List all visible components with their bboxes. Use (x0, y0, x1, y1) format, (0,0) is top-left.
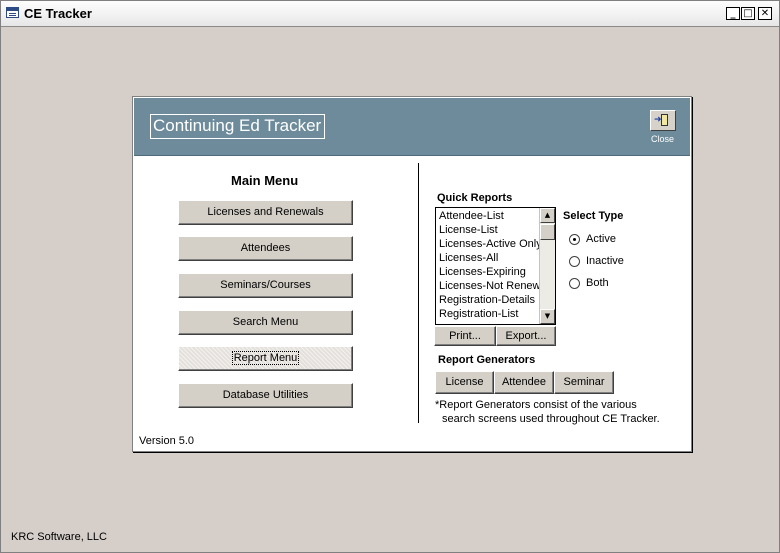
door-exit-icon (661, 114, 668, 126)
radio-both-label[interactable]: Both (586, 277, 609, 289)
main-switchboard-form: Continuing Ed Tracker ➜ Close Main Menu … (132, 96, 692, 452)
quick-reports-list[interactable]: Attendee-List License-List Licenses-Acti… (435, 207, 556, 325)
radio-both[interactable] (569, 278, 580, 289)
list-item[interactable]: Registration-List (439, 307, 540, 321)
list-item[interactable]: Licenses-Active Only (439, 237, 540, 251)
scroll-thumb[interactable] (540, 224, 555, 240)
form-header: Continuing Ed Tracker ➜ Close (134, 98, 690, 156)
report-menu-button[interactable]: Report Menu (178, 346, 353, 371)
maximize-button[interactable]: □ (741, 7, 755, 20)
list-scrollbar[interactable]: ▲ ▼ (539, 208, 555, 324)
scroll-down-icon[interactable]: ▼ (540, 309, 555, 324)
note-line-1: *Report Generators consist of the variou… (435, 399, 637, 411)
close-form-label[interactable]: Close (651, 134, 674, 144)
status-bar-text: KRC Software, LLC (11, 531, 107, 543)
main-menu-title: Main Menu (231, 173, 299, 188)
list-item[interactable]: Registration-Details (439, 293, 540, 307)
app-form-icon[interactable] (6, 7, 19, 18)
quick-reports-title: Quick Reports (437, 192, 513, 204)
seminars-courses-button[interactable]: Seminars/Courses (178, 273, 353, 298)
export-report-button[interactable]: Export... (496, 326, 556, 346)
seminar-generator-button[interactable]: Seminar (554, 371, 614, 394)
license-generator-button[interactable]: License (435, 371, 494, 394)
print-report-button[interactable]: Print... (434, 326, 496, 346)
title-bar[interactable]: CE Tracker _ □ ✕ (1, 1, 779, 27)
version-label: Version 5.0 (139, 435, 195, 447)
licenses-renewals-button[interactable]: Licenses and Renewals (178, 200, 353, 225)
note-line-2: search screens used throughout CE Tracke… (442, 413, 660, 425)
list-item[interactable]: License-List (439, 223, 540, 237)
app-window: CE Tracker _ □ ✕ Continuing Ed Tracker ➜… (0, 0, 780, 553)
radio-active-label[interactable]: Active (586, 233, 616, 245)
app-header-title: Continuing Ed Tracker (150, 114, 326, 139)
search-menu-button[interactable]: Search Menu (178, 310, 353, 335)
section-divider (418, 163, 419, 423)
report-generators-title: Report Generators (438, 354, 536, 366)
report-generators-note: *Report Generators consist of the variou… (435, 398, 675, 426)
scroll-up-icon[interactable]: ▲ (540, 208, 555, 223)
window-title: CE Tracker (24, 6, 92, 21)
window-close-button[interactable]: ✕ (758, 7, 772, 20)
attendees-button[interactable]: Attendees (178, 236, 353, 261)
select-type-title: Select Type (563, 210, 624, 222)
attendee-generator-button[interactable]: Attendee (494, 371, 554, 394)
list-item[interactable]: Licenses-Expiring (439, 265, 540, 279)
database-utilities-button[interactable]: Database Utilities (178, 383, 353, 408)
list-item[interactable]: Licenses-All (439, 251, 540, 265)
list-item[interactable]: Licenses-Not Renewed (439, 279, 540, 293)
radio-inactive-label[interactable]: Inactive (586, 255, 624, 267)
radio-inactive[interactable] (569, 256, 580, 267)
list-item[interactable]: Attendee-List (439, 209, 540, 223)
report-menu-label: Report Menu (231, 351, 300, 365)
minimize-button[interactable]: _ (726, 7, 740, 20)
radio-active[interactable] (569, 234, 580, 245)
close-form-button[interactable]: ➜ (650, 110, 676, 131)
